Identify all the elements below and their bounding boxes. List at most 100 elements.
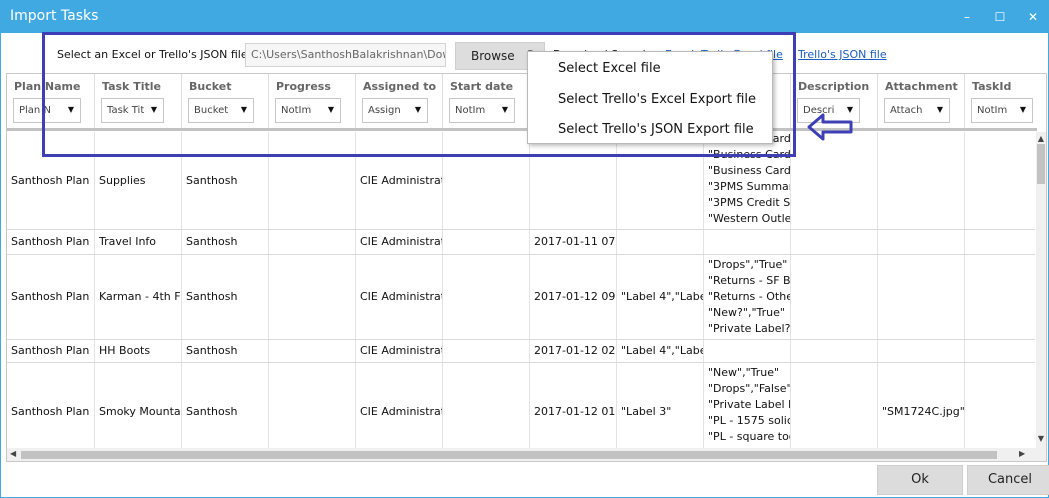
filter-value: NotIm [281, 105, 312, 116]
file-label: Select an Excel or Trello's JSON file: [57, 48, 252, 61]
cell-due: 2017-01-11 07: [534, 235, 617, 248]
column-filter[interactable]: Plan N ▼ [13, 98, 81, 123]
filter-value: NotIm [977, 105, 1008, 116]
column-header-progress[interactable]: Progress NotIm ▼ [269, 74, 356, 130]
filter-value: Task Tit [107, 105, 145, 116]
cell-checklist: "Drops","True" "Returns - SF Bo "Returns… [708, 257, 791, 337]
scroll-left-icon[interactable]: ◀ [10, 449, 16, 458]
cell-due: 2017-01-12 02: [534, 344, 617, 357]
ok-button[interactable]: Ok [877, 465, 963, 495]
checklist-line: "PL - 1575 solic [708, 414, 791, 427]
menu-item-select-trello-json[interactable]: Select Trello's JSON Export file [558, 122, 754, 137]
cell-bucket: Santhosh [186, 405, 238, 418]
checklist-line: "Drops","False" [708, 382, 791, 395]
horizontal-scroll-thumb[interactable] [21, 451, 997, 459]
table-row[interactable]: Santhosh Plan HH Boots Santhosh CIE Admi… [7, 340, 1035, 363]
chevron-down-icon: ▼ [501, 105, 508, 114]
cell-title: Smoky Mounta [99, 405, 181, 418]
column-header-task-title[interactable]: Task Title Task Tit ▼ [95, 74, 182, 130]
scroll-right-icon[interactable]: ▶ [1019, 449, 1025, 458]
table-row[interactable]: Santhosh Plan Travel Info Santhosh CIE A… [7, 230, 1035, 255]
filter-value: Plan N [19, 105, 51, 116]
column-label: Start date [450, 80, 514, 93]
cell-bucket: Santhosh [186, 174, 238, 187]
cell-assigned: CIE Administrat [360, 405, 443, 418]
filter-value: NotIm [455, 105, 486, 116]
column-filter[interactable]: Attach ▼ [884, 98, 950, 123]
cell-due: 2017-01-12 01: [534, 405, 617, 418]
window-title: Import Tasks [10, 8, 99, 24]
cell-plan: Santhosh Plan [11, 405, 90, 418]
table-row[interactable]: Santhosh Plan Karman - 4th Fl Santhosh C… [7, 255, 1035, 340]
cell-title: Travel Info [99, 235, 157, 248]
cell-title: Supplies [99, 174, 146, 187]
cell-assigned: CIE Administrat [360, 344, 443, 357]
cell-labels: "Label 3" [621, 405, 672, 418]
cell-due: 2017-01-12 09: [534, 290, 617, 303]
chevron-down-icon: ▼ [414, 105, 421, 114]
chevron-down-icon: ▼ [240, 105, 247, 114]
cell-plan: Santhosh Plan [11, 344, 90, 357]
filter-value: Attach [890, 105, 923, 116]
column-label: Assigned to [363, 80, 437, 93]
column-filter[interactable]: NotIm ▼ [275, 98, 341, 123]
cell-title: HH Boots [99, 344, 151, 357]
cell-bucket: Santhosh [186, 290, 238, 303]
cancel-button[interactable]: Cancel [967, 465, 1049, 495]
column-label: TaskId [972, 80, 1012, 93]
file-path-input[interactable]: C:\Users\SanthoshBalakrishnan\Dow [245, 43, 446, 67]
minimize-icon[interactable]: – [957, 7, 977, 27]
cell-bucket: Santhosh [186, 344, 238, 357]
chevron-down-icon: ▼ [327, 105, 334, 114]
scroll-down-icon[interactable]: ▼ [1036, 434, 1046, 443]
browse-button-label: Browse [471, 49, 515, 63]
filter-value: Assign [368, 105, 401, 116]
cell-plan: Santhosh Plan [11, 235, 90, 248]
checklist-line: "Returns - SF Bo [708, 274, 791, 287]
checklist-line: "PL - square too [708, 430, 791, 443]
cell-plan: Santhosh Plan [11, 290, 90, 303]
column-header-plan-name[interactable]: Plan Name Plan N ▼ [7, 74, 95, 130]
column-filter[interactable]: Assign ▼ [362, 98, 428, 123]
cell-assigned: CIE Administrat [360, 235, 443, 248]
cell-labels: "Label 4","Labe [621, 290, 704, 303]
table-row[interactable]: Santhosh Plan Smoky Mounta Santhosh CIE … [7, 363, 1035, 448]
column-header-start-date[interactable]: Start date NotIm ▼ [443, 74, 530, 130]
column-header-assigned-to[interactable]: Assigned to Assign ▼ [356, 74, 443, 130]
vertical-scroll-thumb[interactable] [1037, 144, 1045, 184]
column-header-bucket[interactable]: Bucket Bucket ▼ [182, 74, 269, 130]
close-icon[interactable]: ✕ [1023, 7, 1043, 27]
cell-plan: Santhosh Plan [11, 174, 90, 187]
column-filter[interactable]: Task Tit ▼ [101, 98, 164, 123]
column-filter[interactable]: Bucket ▼ [188, 98, 254, 123]
import-tasks-window: Import Tasks – ☐ ✕ Select an Excel or Tr… [0, 0, 1049, 498]
cell-checklist: "New","True" "Drops","False" "Private La… [708, 365, 791, 445]
checklist-line: "New","True" [708, 366, 780, 379]
checklist-line: "Western Outle [708, 212, 791, 225]
column-header-task-id[interactable]: TaskId NotIm ▼ [965, 74, 1037, 130]
column-header-attachment[interactable]: Attachment Attach ▼ [878, 74, 965, 130]
cell-labels: "Label 4","Labe [621, 344, 704, 357]
checklist-line: "Returns - Othe [708, 290, 791, 303]
chevron-down-icon: ▼ [150, 105, 157, 114]
column-label: Bucket [189, 80, 232, 93]
trello-json-link[interactable]: Trello's JSON file [798, 48, 887, 61]
browse-dropdown-menu: Select Excel file Select Trello's Excel … [527, 51, 773, 144]
column-filter[interactable]: NotIm ▼ [971, 98, 1033, 123]
scroll-up-icon[interactable]: ▲ [1036, 134, 1046, 143]
chevron-down-icon: ▼ [67, 105, 74, 114]
column-filter[interactable]: NotIm ▼ [449, 98, 515, 123]
table-row[interactable]: Santhosh Plan Supplies Santhosh CIE Admi… [7, 132, 1035, 230]
column-label: Task Title [102, 80, 161, 93]
menu-item-select-excel[interactable]: Select Excel file [558, 61, 661, 76]
maximize-icon[interactable]: ☐ [990, 7, 1010, 27]
header-divider [7, 128, 1037, 131]
cell-bucket: Santhosh [186, 235, 238, 248]
horizontal-scrollbar[interactable]: ◀ ▶ [7, 448, 1036, 461]
checklist-line: "Business Cards [708, 164, 791, 177]
column-label: Progress [276, 80, 331, 93]
vertical-scrollbar[interactable]: ▲ ▼ [1036, 132, 1046, 461]
menu-item-select-trello-excel[interactable]: Select Trello's Excel Export file [558, 92, 756, 107]
checklist-line: "3PMS Credit S [708, 196, 791, 209]
chevron-down-icon: ▼ [1019, 105, 1026, 114]
